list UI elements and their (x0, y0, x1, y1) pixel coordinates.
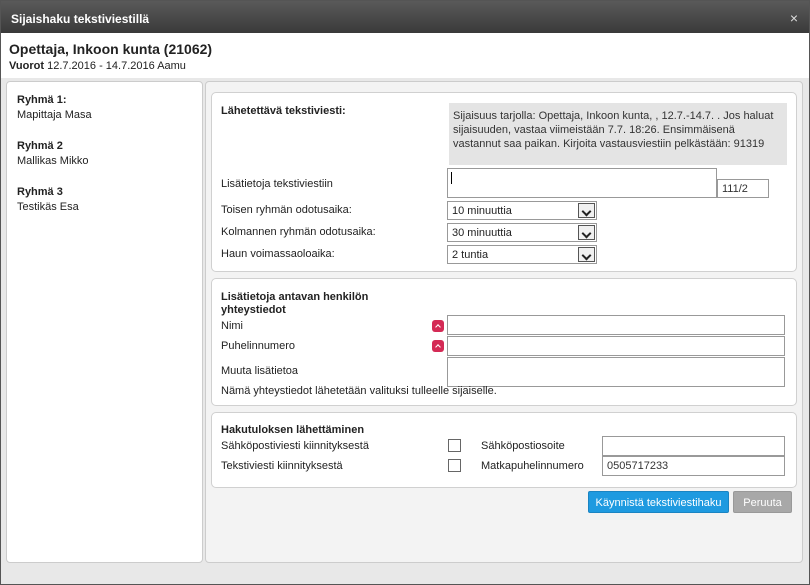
message-preview: Sijaisuus tarjolla: Opettaja, Inkoon kun… (449, 103, 787, 165)
group-1: Ryhmä 1: Mapittaja Masa (17, 94, 92, 121)
email-notify-checkbox[interactable] (448, 439, 461, 452)
assignment-header: Opettaja, Inkoon kunta (21062) Vuorot 12… (1, 33, 809, 78)
validity-select[interactable]: 2 tuntia (447, 245, 597, 264)
group-2: Ryhmä 2 Mallikas Mikko (17, 140, 89, 167)
contact-panel: Lisätietoja antavan henkilön yhteystiedo… (211, 278, 797, 406)
dialog-titlebar: Sijaishaku tekstiviestillä × (1, 1, 809, 33)
groups-sidebar: Ryhmä 1: Mapittaja Masa Ryhmä 2 Mallikas… (6, 81, 203, 563)
message-label: Lähetettävä tekstiviesti: (221, 105, 346, 117)
extra-info-input[interactable] (447, 168, 717, 198)
required-marker-icon (432, 320, 444, 332)
group-title: Ryhmä 3 (17, 186, 63, 198)
results-panel: Hakutuloksen lähettäminen Sähköpostivies… (211, 412, 797, 488)
contact-phone-label: Puhelinnumero (221, 340, 295, 352)
validity-label: Haun voimassaoloaika: (221, 248, 335, 260)
char-counter: 111/2 (717, 179, 769, 198)
shifts-value: 12.7.2016 - 14.7.2016 Aamu (47, 60, 186, 72)
results-heading: Hakutuloksen lähettäminen (221, 424, 365, 436)
assignment-shifts: Vuorot 12.7.2016 - 14.7.2016 Aamu (9, 60, 186, 72)
contact-other-label: Muuta lisätietoa (221, 365, 299, 377)
sms-notify-label: Tekstiviesti kiinnityksestä (221, 460, 343, 472)
sms-search-dialog: Sijaishaku tekstiviestillä × Opettaja, I… (0, 0, 810, 585)
dialog-title: Sijaishaku tekstiviestillä (11, 12, 150, 26)
email-input[interactable] (602, 436, 785, 456)
text-caret (451, 172, 452, 184)
chevron-down-icon (578, 225, 595, 240)
contact-name-label: Nimi (221, 320, 243, 332)
contact-note: Nämä yhteystiedot lähetetään valituksi t… (221, 385, 497, 397)
message-panel: Lähetettävä tekstiviesti: Sijaisuus tarj… (211, 92, 797, 272)
second-wait-value: 10 minuuttia (452, 205, 512, 217)
assignment-name: Opettaja, Inkoon kunta (21062) (9, 41, 213, 57)
extra-info-label: Lisätietoja tekstiviestiin (221, 178, 333, 190)
chevron-down-icon (578, 247, 595, 262)
contact-name-input[interactable] (447, 315, 785, 335)
third-wait-label: Kolmannen ryhmän odotusaika: (221, 226, 376, 238)
group-member: Mallikas Mikko (17, 155, 89, 167)
chevron-down-icon (578, 203, 595, 218)
main-content: Lähetettävä tekstiviesti: Sijaisuus tarj… (205, 81, 803, 563)
contact-other-input[interactable] (447, 357, 785, 387)
group-member: Mapittaja Masa (17, 109, 92, 121)
shifts-label: Vuorot (9, 60, 45, 72)
required-marker-icon (432, 340, 444, 352)
start-sms-search-button[interactable]: Käynnistä tekstiviestihaku (588, 491, 729, 513)
group-3: Ryhmä 3 Testikäs Esa (17, 186, 79, 213)
close-icon[interactable]: × (787, 11, 801, 25)
mobile-input[interactable]: 0505717233 (602, 456, 785, 476)
group-title: Ryhmä 1: (17, 94, 67, 106)
email-notify-label: Sähköpostiviesti kiinnityksestä (221, 440, 369, 452)
third-wait-value: 30 minuuttia (452, 227, 512, 239)
second-wait-label: Toisen ryhmän odotusaika: (221, 204, 352, 216)
second-wait-select[interactable]: 10 minuuttia (447, 201, 597, 220)
contact-heading: Lisätietoja antavan henkilön yhteystiedo… (221, 291, 369, 316)
group-member: Testikäs Esa (17, 201, 79, 213)
validity-value: 2 tuntia (452, 249, 489, 261)
group-title: Ryhmä 2 (17, 140, 63, 152)
email-label: Sähköpostiosoite (481, 440, 565, 452)
contact-phone-input[interactable] (447, 336, 785, 356)
cancel-button[interactable]: Peruuta (733, 491, 792, 513)
mobile-label: Matkapuhelinnumero (481, 460, 584, 472)
third-wait-select[interactable]: 30 minuuttia (447, 223, 597, 242)
sms-notify-checkbox[interactable] (448, 459, 461, 472)
